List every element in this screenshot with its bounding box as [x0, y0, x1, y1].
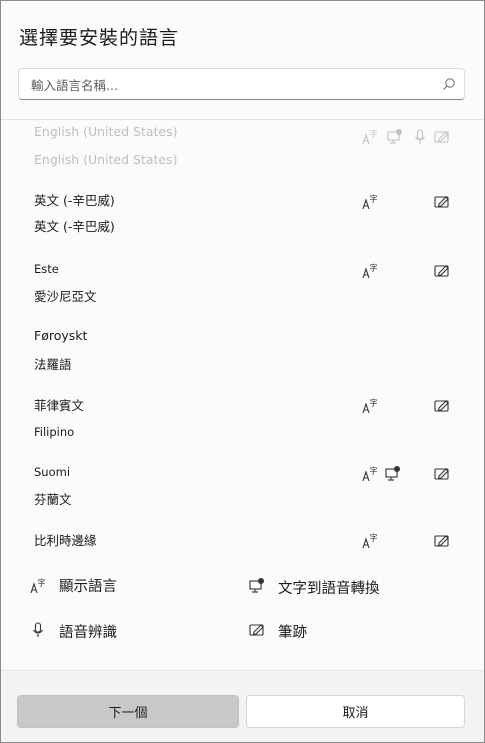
display-language-icon: 字 — [361, 397, 379, 415]
language-name: 菲律賓文 — [34, 398, 85, 413]
display-language-icon: 字 — [361, 465, 379, 483]
svg-text:字: 字 — [370, 533, 378, 543]
handwriting-icon — [433, 397, 451, 415]
text-to-speech-icon — [248, 577, 266, 595]
display-language-icon: 字 — [361, 262, 379, 280]
language-name: 比利時邊緣 — [34, 533, 97, 548]
display-language-icon: 字 — [361, 128, 379, 146]
handwriting-icon — [433, 193, 451, 211]
svg-text:字: 字 — [370, 466, 378, 476]
dialog-title: 選擇要安裝的語言 — [19, 27, 180, 49]
handwriting-icon — [248, 621, 266, 639]
display-language-icon: 字 — [361, 193, 379, 211]
handwriting-icon — [433, 465, 451, 483]
language-native-name: English (United States) — [34, 152, 178, 167]
dialog-footer: 下一個 取消 — [1, 670, 484, 742]
handwriting-icon — [433, 128, 451, 146]
install-language-dialog: 選擇要安裝的語言 English (United States) English… — [0, 0, 485, 743]
language-list[interactable]: English (United States) English (United … — [1, 119, 484, 558]
legend-display-language: 顯示語言 — [59, 579, 117, 595]
list-item-estonian[interactable]: Este 愛沙尼亞文 字 — [1, 262, 484, 328]
language-name: 英文 (-辛巴威) — [34, 193, 115, 208]
speech-recognition-icon — [411, 128, 429, 146]
list-item-english-us[interactable]: English (United States) English (United … — [1, 124, 484, 190]
language-name: Este — [34, 262, 59, 276]
legend-speech-recognition: 語音辨識 — [59, 625, 117, 641]
svg-text:字: 字 — [370, 129, 378, 139]
list-item-english-zimbabwe[interactable]: 英文 (-辛巴威) 英文 (-辛巴威) 字 — [1, 190, 484, 256]
language-name: Suomi — [34, 465, 71, 479]
display-language-icon: 字 — [361, 532, 379, 550]
handwriting-icon — [433, 262, 451, 280]
language-name: Føroyskt — [34, 328, 88, 343]
language-search-box[interactable] — [18, 68, 465, 101]
language-native-name: 英文 (-辛巴威) — [34, 219, 115, 234]
svg-text:字: 字 — [370, 398, 378, 408]
language-native-name: 芬蘭文 — [34, 492, 72, 507]
language-native-name: 愛沙尼亞文 — [34, 289, 97, 304]
list-item-belgian[interactable]: 比利時邊緣 字 — [1, 530, 484, 557]
feature-legend: 字 顯示語言 文字到語音轉換 語音辨識 筆跡 — [1, 557, 484, 669]
svg-text:字: 字 — [370, 194, 378, 204]
text-to-speech-icon — [386, 128, 404, 146]
speech-recognition-icon — [29, 621, 47, 639]
display-language-icon: 字 — [29, 577, 47, 595]
list-item-faroese[interactable]: Føroyskt 法羅語 — [1, 328, 484, 394]
language-name: English (United States) — [34, 124, 178, 139]
search-icon[interactable] — [442, 77, 456, 91]
cancel-button[interactable]: 取消 — [246, 695, 465, 728]
legend-text-to-speech: 文字到語音轉換 — [278, 581, 380, 597]
language-native-name: 法羅語 — [34, 357, 72, 372]
svg-text:字: 字 — [370, 263, 378, 273]
list-item-filipino[interactable]: 菲律賓文 Filipino 字 — [1, 395, 484, 461]
language-native-name: Filipino — [34, 425, 75, 439]
list-item-finnish[interactable]: Suomi 芬蘭文 字 — [1, 465, 484, 531]
language-search-input[interactable] — [29, 69, 433, 101]
handwriting-icon — [433, 532, 451, 550]
text-to-speech-icon — [384, 465, 402, 483]
legend-handwriting: 筆跡 — [278, 625, 307, 641]
next-button[interactable]: 下一個 — [17, 695, 239, 728]
svg-text:字: 字 — [38, 578, 46, 588]
